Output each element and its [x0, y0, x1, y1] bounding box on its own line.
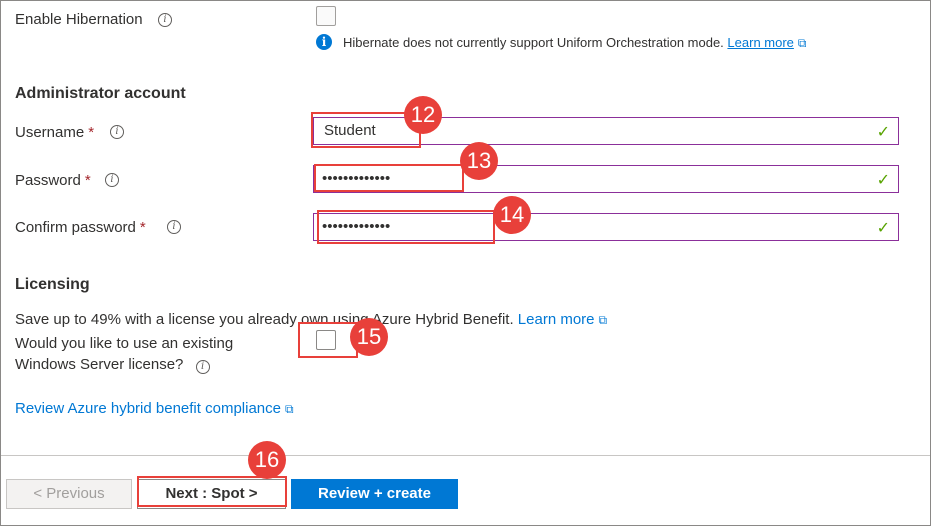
info-icon[interactable]: i	[105, 173, 119, 187]
info-circle-icon: i	[316, 34, 332, 50]
hibernation-checkbox[interactable]	[316, 6, 336, 26]
required-mark: *	[88, 124, 95, 141]
previous-button[interactable]: < Previous	[6, 479, 132, 509]
info-icon[interactable]: i	[167, 220, 181, 234]
check-icon: ✓	[876, 124, 890, 141]
license-question-line1: Would you like to use an existing	[15, 335, 234, 352]
password-label-text: Password	[15, 172, 81, 189]
callout-16: 16	[248, 441, 286, 479]
license-question-line2: Windows Server license? i	[15, 356, 210, 374]
callout-15: 15	[350, 318, 388, 356]
hibernation-note-text: Hibernate does not currently support Uni…	[343, 35, 724, 50]
review-create-button[interactable]: Review + create	[291, 479, 458, 509]
required-mark: *	[139, 219, 146, 236]
info-icon[interactable]: i	[195, 360, 210, 374]
username-label: Username *	[15, 124, 94, 141]
callout-13: 13	[460, 142, 498, 180]
check-icon: ✓	[876, 172, 890, 189]
password-label: Password *	[15, 172, 91, 189]
callout-14: 14	[493, 196, 531, 234]
license-question-line2-text: Windows Server license?	[15, 356, 184, 373]
footer-divider	[1, 455, 930, 456]
username-label-text: Username	[15, 124, 85, 141]
hibernation-note: Hibernate does not currently support Uni…	[343, 35, 806, 51]
external-link-icon: ⧉	[284, 402, 294, 416]
confirm-password-label: Confirm password *	[15, 219, 146, 236]
admin-section-title: Administrator account	[15, 85, 186, 102]
hibernation-label: Enable Hibernation	[15, 11, 143, 28]
form-panel	[0, 0, 931, 526]
callout-12: 12	[404, 96, 442, 134]
licensing-description-text: Save up to 49% with a license you alread…	[15, 311, 514, 328]
info-icon[interactable]: i	[110, 125, 124, 139]
confirm-password-label-text: Confirm password	[15, 219, 136, 236]
check-icon: ✓	[876, 220, 890, 237]
annotation-box-confirm-password	[317, 210, 495, 244]
annotation-box-license-checkbox	[298, 322, 358, 358]
licensing-section-title: Licensing	[15, 276, 90, 293]
hybrid-benefit-compliance-link[interactable]: Review Azure hybrid benefit compliance	[15, 400, 281, 417]
hibernation-learn-more-link[interactable]: Learn more	[727, 35, 793, 50]
external-link-icon: ⧉	[598, 313, 608, 327]
licensing-learn-more-link[interactable]: Learn more	[518, 311, 595, 328]
info-icon[interactable]: i	[158, 13, 172, 27]
required-mark: *	[84, 172, 91, 189]
external-link-icon: ⧉	[797, 36, 807, 50]
annotation-box-next-button	[137, 476, 287, 507]
annotation-box-password	[314, 164, 464, 192]
compliance-link-row: Review Azure hybrid benefit compliance ⧉	[15, 400, 294, 418]
